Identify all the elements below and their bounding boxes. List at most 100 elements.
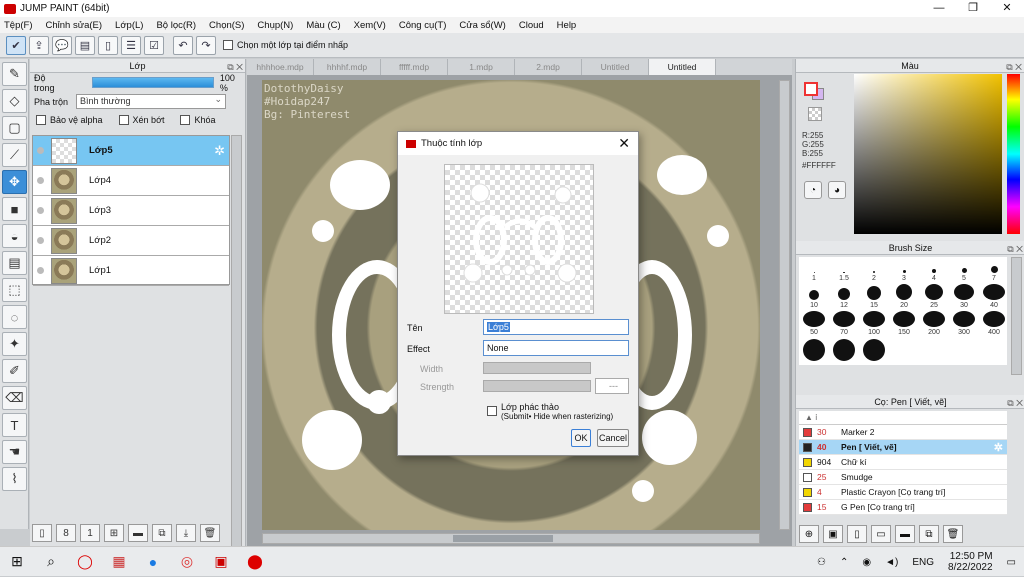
bucket-tool-icon[interactable]: ◒ bbox=[2, 224, 27, 248]
line-tool-icon[interactable]: ⟋ bbox=[2, 143, 27, 167]
menu-edit[interactable]: Chỉnh sửa(E) bbox=[46, 20, 103, 31]
move-tool-icon[interactable]: ✥ bbox=[2, 170, 27, 194]
close-icon[interactable]: ✕ bbox=[618, 135, 630, 152]
opera-icon[interactable]: ◯ bbox=[68, 547, 102, 577]
brush-size-option[interactable] bbox=[799, 338, 829, 365]
brush-size-option[interactable]: 5 bbox=[949, 257, 979, 284]
text-tool-icon[interactable]: T bbox=[2, 413, 27, 437]
lock-option[interactable]: Khóa bbox=[180, 115, 216, 125]
visibility-icon[interactable] bbox=[37, 177, 44, 184]
lock-checkbox[interactable] bbox=[180, 115, 191, 125]
minimize-button[interactable]: — bbox=[922, 0, 956, 17]
brush-size-option[interactable]: 10 bbox=[799, 284, 829, 311]
pen-item[interactable]: 25 Smudge bbox=[799, 470, 1007, 485]
gear-icon[interactable]: ✲ bbox=[994, 441, 1003, 454]
layer-item[interactable]: Lớp3 bbox=[33, 196, 229, 226]
opacity-slider[interactable] bbox=[91, 77, 214, 88]
brush-size-option[interactable]: 15 bbox=[859, 284, 889, 311]
brush-file-icon[interactable]: ▯ bbox=[847, 525, 867, 543]
layer-item[interactable]: Lớp4 bbox=[33, 166, 229, 196]
brush-scrollbar[interactable] bbox=[1011, 257, 1022, 375]
checklist-icon[interactable]: ☑ bbox=[144, 35, 164, 55]
scroll-thumb[interactable] bbox=[453, 535, 553, 542]
merge-down-icon[interactable]: ⤓ bbox=[176, 524, 196, 542]
brush-duplicate-icon[interactable]: ⧉ bbox=[919, 525, 939, 543]
effect-select[interactable]: None bbox=[483, 340, 629, 356]
brush-size-option[interactable]: 40 bbox=[979, 284, 1009, 311]
volume-icon[interactable]: ◄) bbox=[885, 557, 898, 568]
eraser-tool-icon[interactable]: ◇ bbox=[2, 89, 27, 113]
layer-item[interactable]: Lớp2 bbox=[33, 226, 229, 256]
search-icon[interactable]: ⌕ bbox=[34, 547, 68, 577]
menu-file[interactable]: Tệp(F) bbox=[4, 20, 33, 31]
visibility-icon[interactable] bbox=[37, 147, 44, 154]
cancel-button[interactable]: Cancel bbox=[597, 429, 629, 447]
magic-wand-tool-icon[interactable]: ✦ bbox=[2, 332, 27, 356]
menu-layer[interactable]: Lớp(L) bbox=[115, 20, 143, 31]
brush-size-option[interactable]: 12 bbox=[829, 284, 859, 311]
folder-icon[interactable]: ▬ bbox=[128, 524, 148, 542]
brush-size-option[interactable]: 70 bbox=[829, 311, 859, 338]
brush-size-option[interactable]: 20 bbox=[889, 284, 919, 311]
brush-size-option[interactable]: 1 bbox=[799, 257, 829, 284]
sketch-layer-checkbox[interactable] bbox=[487, 406, 497, 416]
panel-controls-icon[interactable]: ⧉ ✕ bbox=[1007, 396, 1023, 410]
network-icon[interactable]: ◉ bbox=[862, 557, 871, 568]
zalo-icon[interactable]: ● bbox=[136, 547, 170, 577]
hue-slider[interactable] bbox=[1007, 74, 1020, 234]
brush-size-option[interactable]: 400 bbox=[979, 311, 1009, 338]
list-icon[interactable]: ☰ bbox=[121, 35, 141, 55]
brush-folder-icon[interactable]: ▬ bbox=[895, 525, 915, 543]
tab-document[interactable]: hhhhoe.mdp bbox=[247, 59, 314, 75]
brush-size-option[interactable]: 7 bbox=[979, 257, 1009, 284]
chevron-up-icon[interactable]: ⌃ bbox=[840, 557, 848, 568]
add-layer-menu-icon[interactable]: ⊞ bbox=[104, 524, 124, 542]
record-icon[interactable]: ⬤ bbox=[238, 547, 272, 577]
protect-alpha-checkbox[interactable] bbox=[36, 115, 46, 125]
select-pen-tool-icon[interactable]: ✐ bbox=[2, 359, 27, 383]
document-icon[interactable]: ▯ bbox=[98, 35, 118, 55]
new-layer-1bit-icon[interactable]: 1 bbox=[80, 524, 100, 542]
tab-document[interactable]: fffff.mdp bbox=[381, 59, 448, 75]
visibility-icon[interactable] bbox=[37, 237, 44, 244]
pen-item[interactable]: 15 G Pen [Cọ trang trí] bbox=[799, 500, 1007, 515]
panel-controls-icon[interactable]: ⧉ ✕ bbox=[1007, 242, 1023, 256]
gear-icon[interactable]: ✲ bbox=[214, 143, 225, 159]
brush-group-icon[interactable]: ▭ bbox=[871, 525, 891, 543]
undo-icon[interactable]: ↶ bbox=[173, 35, 193, 55]
brush-delete-icon[interactable]: 🗑 bbox=[943, 525, 963, 543]
brush-size-option[interactable]: 100 bbox=[859, 311, 889, 338]
foreground-color-swatch[interactable] bbox=[804, 82, 818, 96]
clock[interactable]: 12:50 PM 8/22/2022 bbox=[948, 551, 993, 573]
opera-gx-icon[interactable]: ◎ bbox=[170, 547, 204, 577]
menu-help[interactable]: Help bbox=[557, 20, 577, 31]
brush-size-option[interactable]: 1.5 bbox=[829, 257, 859, 284]
pen-item[interactable]: 904 Chữ kí bbox=[799, 455, 1007, 470]
brush-size-option[interactable]: 30 bbox=[949, 284, 979, 311]
select-rect-tool-icon[interactable]: ▢ bbox=[2, 116, 27, 140]
layer-item[interactable]: Lớp5 ✲ bbox=[33, 136, 229, 166]
layer-item[interactable]: Lớp1 bbox=[33, 256, 229, 286]
color-picker[interactable] bbox=[854, 74, 1002, 234]
tab-document[interactable]: 2.mdp bbox=[515, 59, 582, 75]
tab-document[interactable]: hhhhf.mdp bbox=[314, 59, 381, 75]
blend-mode-select[interactable]: Bình thường bbox=[76, 93, 227, 109]
canvas-vertical-scrollbar[interactable] bbox=[779, 80, 790, 530]
notification-icon[interactable]: ▭ bbox=[1007, 557, 1016, 568]
visibility-icon[interactable] bbox=[37, 207, 44, 214]
select-eraser-tool-icon[interactable]: ⌫ bbox=[2, 386, 27, 410]
brush-size-option[interactable] bbox=[859, 338, 889, 365]
palette-settings-icon[interactable]: ◕ bbox=[828, 181, 846, 199]
restore-button[interactable]: ❐ bbox=[956, 0, 990, 17]
brush-size-option[interactable]: 50 bbox=[799, 311, 829, 338]
eyedropper-tool-icon[interactable]: ⌇ bbox=[2, 467, 27, 491]
message-icon[interactable]: ▤ bbox=[75, 35, 95, 55]
clipping-option[interactable]: Xén bớt bbox=[118, 115, 164, 125]
brush-size-option[interactable]: 3 bbox=[889, 257, 919, 284]
tab-document[interactable]: Untitled bbox=[582, 59, 649, 75]
brush-tool-icon[interactable]: ✎ bbox=[2, 62, 27, 86]
new-layer-8bit-icon[interactable]: 8 bbox=[56, 524, 76, 542]
canvas-horizontal-scrollbar[interactable] bbox=[262, 533, 760, 544]
brush-menu-icon[interactable]: ▣ bbox=[823, 525, 843, 543]
app-store-icon[interactable]: ▦ bbox=[102, 547, 136, 577]
